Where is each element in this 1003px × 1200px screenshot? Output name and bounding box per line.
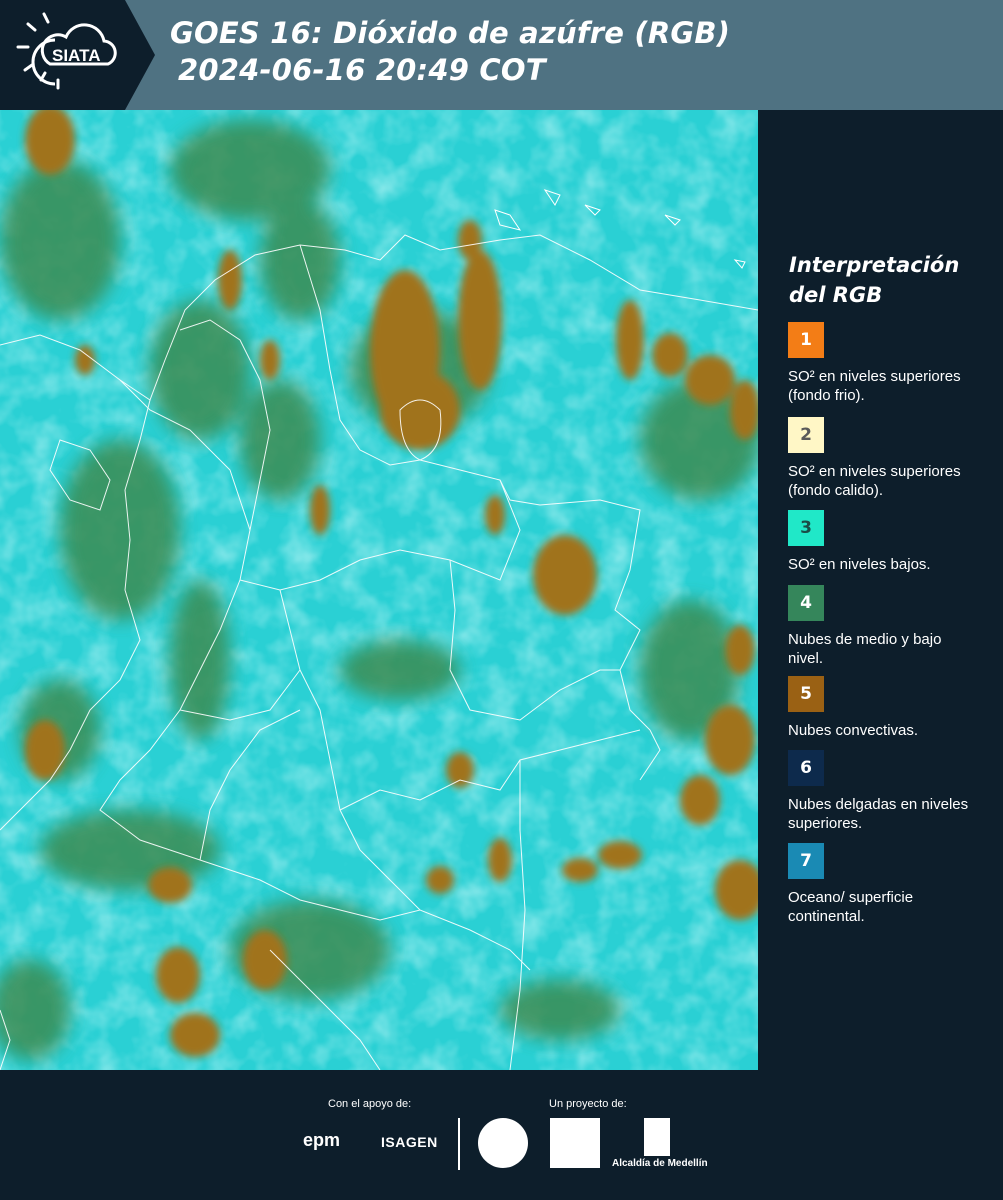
support-label: Con el apoyo de: [328, 1098, 412, 1110]
legend-item-1: 1 SO² en niveles superiores (fondo frio)… [788, 322, 988, 405]
legend-label-5: Nubes convectivas. [788, 722, 919, 739]
legend-item-6: 6 Nubes delgadas en niveles superiores. [788, 750, 988, 833]
siata-logo-text: SIATA [52, 46, 100, 65]
legend-label-3: SO² en niveles bajos. [788, 556, 931, 573]
legend-item-7: 7 Oceano/ superficie continental. [788, 843, 988, 926]
legend-swatch-2: 2 [788, 417, 824, 453]
legend-item-3: 3 SO² en niveles bajos. [788, 510, 988, 574]
legend-title: Interpretación del RGB [789, 253, 960, 307]
alcaldia-logo-text: Alcaldía de Medellín [612, 1158, 708, 1169]
medellin-seal-icon [478, 1118, 528, 1168]
legend-label-6: Nubes delgadas en niveles superiores. [788, 796, 969, 832]
header-bar: SIATA GOES 16: Dióxido de azúfre (RGB) 2… [0, 0, 1003, 110]
legend-label-4: Nubes de medio y bajo nivel. [788, 631, 942, 667]
legend-swatch-5: 5 [788, 676, 824, 712]
legend-label-7: Oceano/ superficie continental. [788, 889, 914, 925]
legend-swatch-1: 1 [788, 322, 824, 358]
legend-label-2: SO² en niveles superiores (fondo calido)… [788, 463, 961, 499]
page-title: GOES 16: Dióxido de azúfre (RGB) [170, 16, 731, 50]
area-metropolitana-logo-icon [550, 1118, 600, 1168]
legend-item-4: 4 Nubes de medio y bajo nivel. [788, 585, 988, 668]
legend-swatch-6: 6 [788, 750, 824, 786]
legend-item-2: 2 SO² en niveles superiores (fondo calid… [788, 417, 988, 500]
project-label: Un proyecto de: [549, 1098, 627, 1110]
alcaldia-crest-icon [644, 1118, 670, 1156]
legend-swatch-7: 7 [788, 843, 824, 879]
legend-label-1: SO² en niveles superiores (fondo frio). [788, 368, 961, 404]
footer-divider [458, 1118, 460, 1170]
legend-swatch-3: 3 [788, 510, 824, 546]
footer: Con el apoyo de: Un proyecto de: epm ISA… [0, 1070, 1003, 1200]
legend-swatch-4: 4 [788, 585, 824, 621]
legend-item-5: 5 Nubes convectivas. [788, 676, 988, 740]
isagen-logo: ISAGEN [381, 1134, 438, 1150]
legend-panel: Interpretación del RGB 1 SO² en niveles … [758, 110, 1003, 1070]
satellite-map [0, 110, 758, 1070]
timestamp-title: 2024-06-16 20:49 COT [178, 53, 546, 87]
epm-logo: epm [303, 1130, 341, 1150]
siata-logo: SIATA [0, 0, 155, 110]
